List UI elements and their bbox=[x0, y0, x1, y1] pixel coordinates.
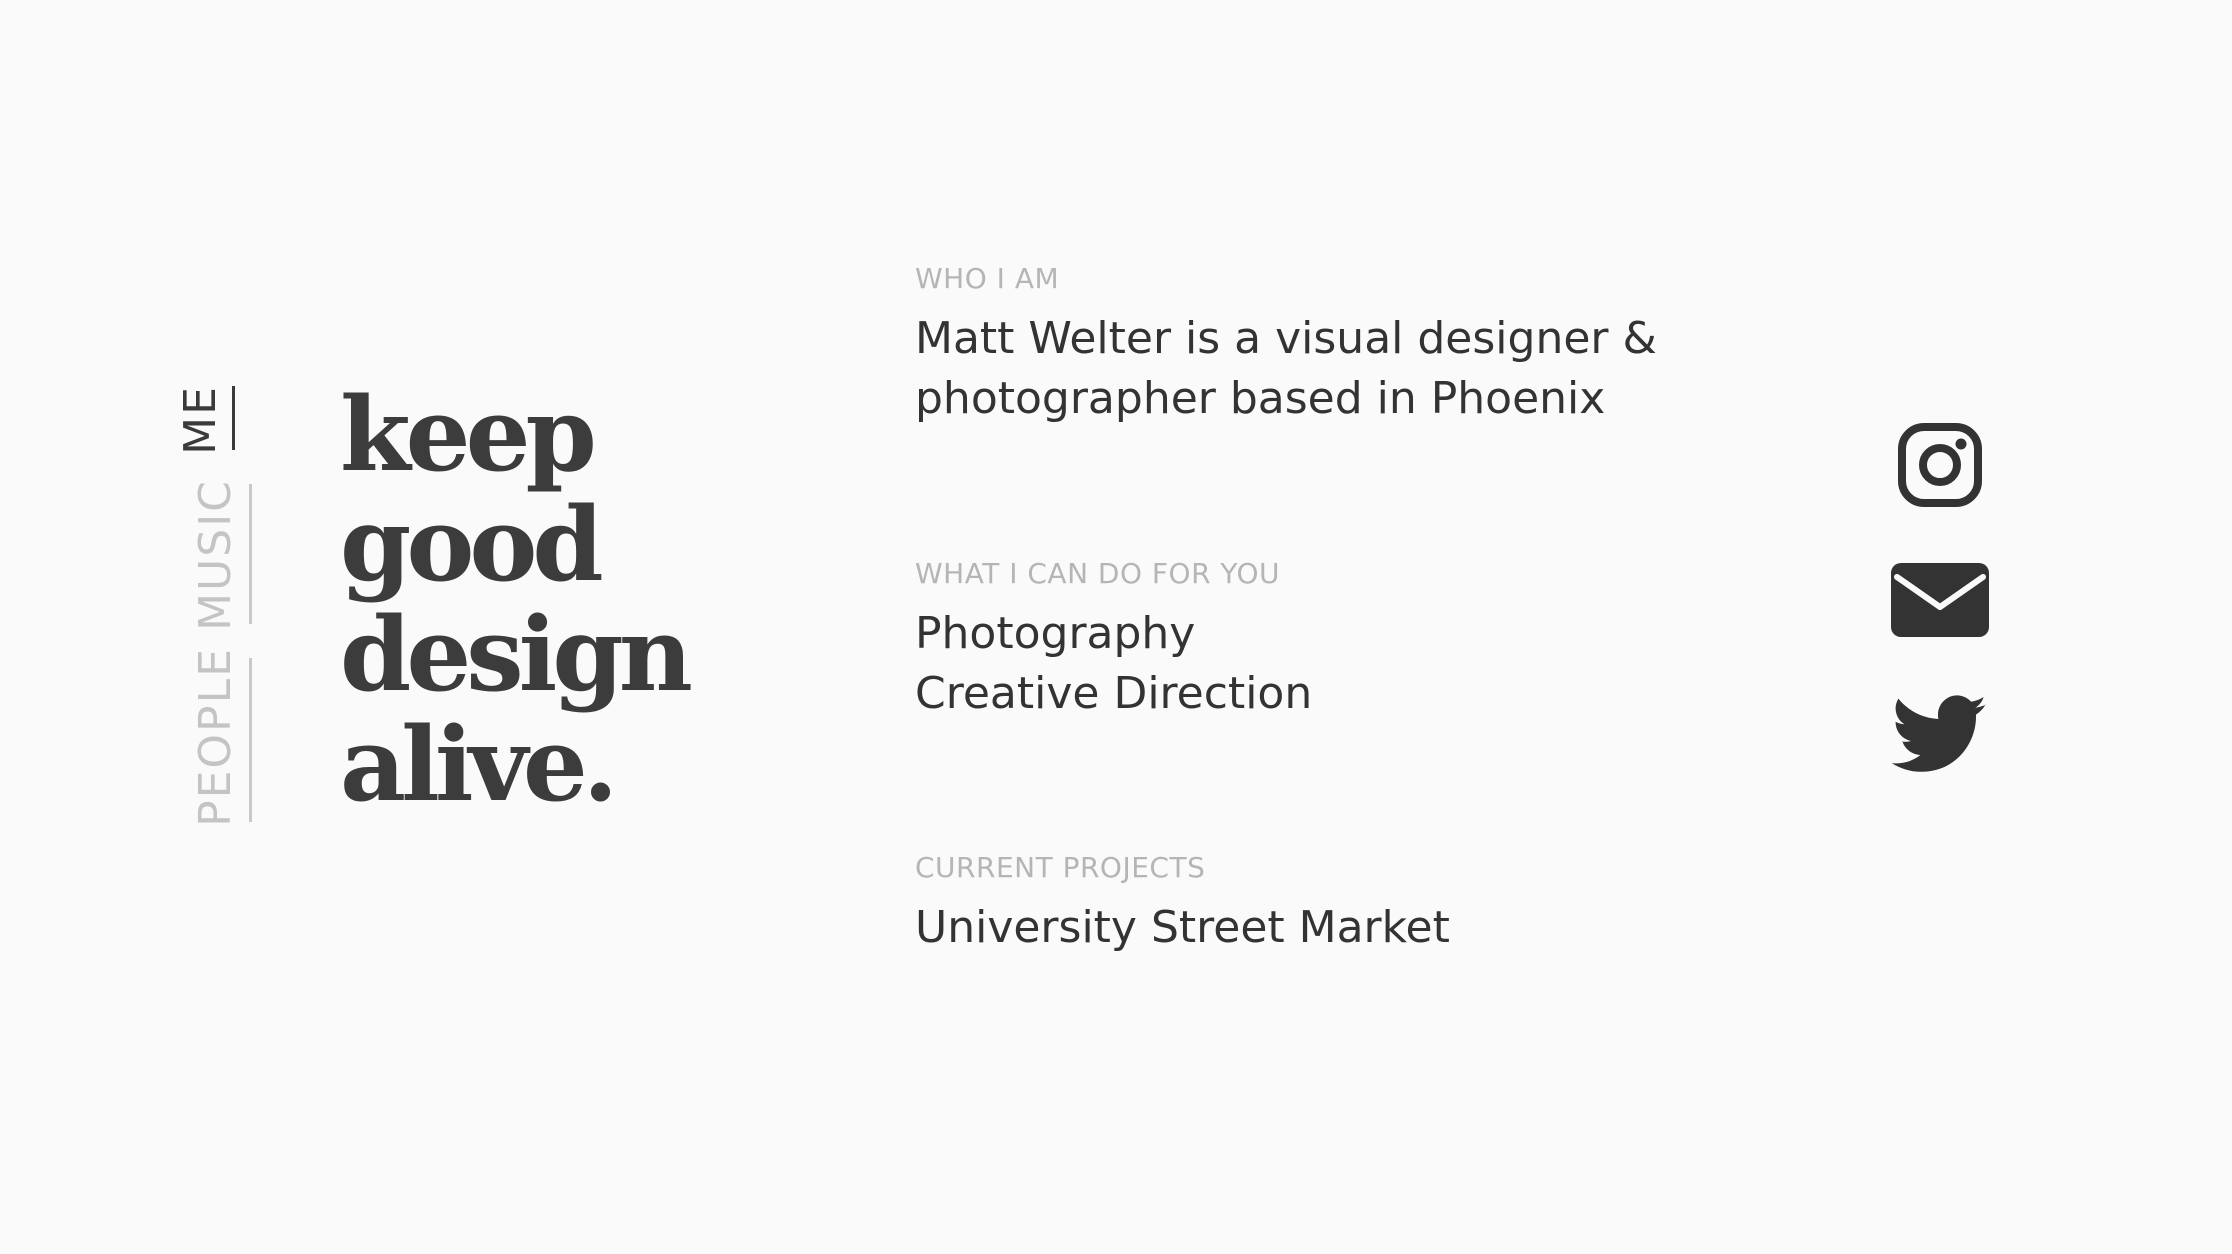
section-label: CURRENT PROJECTS bbox=[915, 851, 1206, 884]
instagram-link[interactable] bbox=[1890, 420, 1990, 510]
twitter-link[interactable] bbox=[1890, 690, 1990, 780]
section-text: Matt Welter is a visual designer & photo… bbox=[915, 309, 1657, 429]
tagline-line: keep bbox=[340, 375, 597, 495]
nav-item-music-label: MUSIC bbox=[189, 479, 241, 631]
nav-item-people-label: PEOPLE bbox=[189, 647, 241, 827]
nav-item-people[interactable]: PEOPLE bbox=[185, 627, 245, 847]
tagline-line: design bbox=[340, 595, 693, 715]
section-label: WHO I AM bbox=[915, 262, 1060, 295]
section-text-line: University Street Market bbox=[915, 902, 1450, 953]
tagline-line: good bbox=[340, 485, 604, 605]
nav-divider-people bbox=[249, 658, 252, 822]
project-link[interactable]: University Street Market bbox=[915, 898, 1450, 958]
section-text-line: Matt Welter is a visual designer & bbox=[915, 313, 1657, 364]
email-link[interactable] bbox=[1890, 560, 1990, 640]
section-label: WHAT I CAN DO FOR YOU bbox=[915, 557, 1281, 590]
section-text: Photography Creative Direction bbox=[915, 604, 1312, 724]
section-text-line: photographer based in Phoenix bbox=[915, 373, 1606, 424]
twitter-icon bbox=[1892, 695, 1987, 772]
tagline-heading: keep good design alive. bbox=[340, 375, 693, 825]
nav-indicator-me bbox=[232, 386, 235, 450]
nav-item-me-label: ME bbox=[174, 385, 226, 455]
instagram-icon bbox=[1898, 423, 1982, 507]
email-icon bbox=[1891, 563, 1989, 637]
tagline-line: alive. bbox=[340, 705, 618, 825]
nav-divider-music bbox=[249, 484, 252, 624]
nav-item-music[interactable]: MUSIC bbox=[185, 460, 245, 650]
section-text-line: Creative Direction bbox=[915, 668, 1313, 719]
section-text-line: Photography bbox=[915, 608, 1196, 659]
